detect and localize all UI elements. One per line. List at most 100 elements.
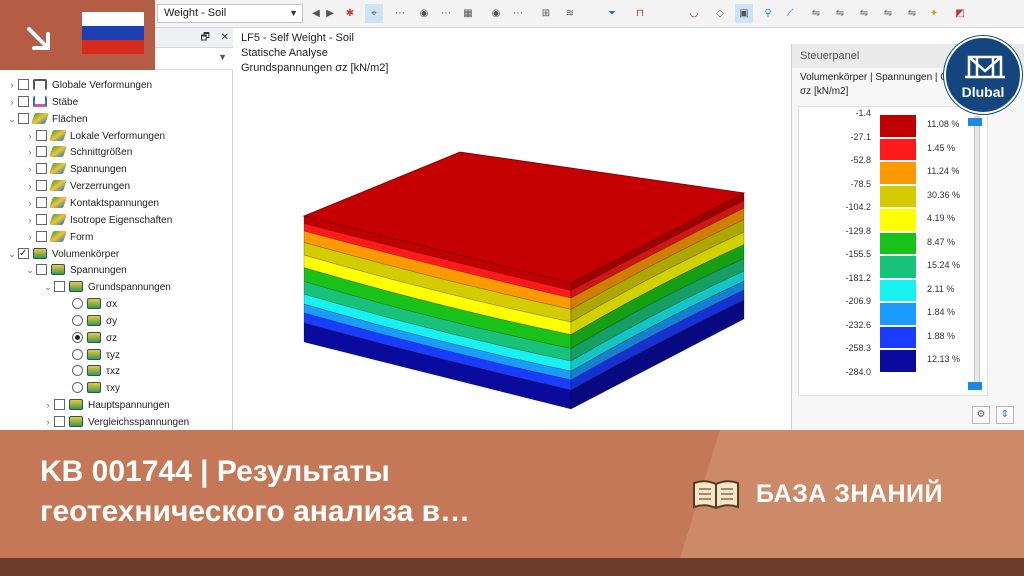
checkbox[interactable] [36, 264, 47, 276]
chevron-right-icon[interactable]: › [6, 94, 18, 111]
section-icon[interactable]: ⇋ [807, 4, 825, 23]
legend-color-band [879, 231, 917, 255]
results-navigator: › Globale Verformungen › Stäbe ⌄ Flächen › Loka… [0, 70, 233, 430]
filter-icon[interactable]: ⏷ [603, 4, 621, 23]
chevron-right-icon[interactable]: › [24, 161, 36, 178]
radio-button[interactable] [72, 365, 83, 377]
section3-icon[interactable]: ⇋ [855, 4, 873, 23]
chevron-right-icon[interactable]: › [24, 144, 36, 161]
deformation-view-icon[interactable]: ⌖ [365, 4, 383, 23]
checkbox[interactable] [36, 196, 47, 208]
tree-item[interactable]: τxz [60, 363, 120, 380]
results-toggle-icon[interactable]: ✱ [341, 4, 359, 23]
numbering-icon[interactable]: ⊞ [537, 4, 555, 23]
tree-item[interactable]: › Kontaktspannungen [24, 195, 159, 212]
solid-results-icon[interactable]: ▣ [735, 4, 753, 23]
panel-settings-icon[interactable]: ⚙ [972, 406, 990, 424]
checkbox[interactable] [36, 180, 47, 192]
tree-item[interactable]: › Spannungen [24, 161, 127, 178]
chevron-down-icon[interactable]: ⌄ [6, 246, 18, 263]
panel-scale-icon[interactable]: ⇕ [996, 406, 1014, 424]
next-loadcase-button[interactable]: ▶ [321, 4, 339, 23]
values-xxx2-icon[interactable]: ⋯ [509, 4, 527, 23]
tree-item[interactable]: τyz [60, 347, 120, 364]
section2-icon[interactable]: ⇋ [831, 4, 849, 23]
checkbox[interactable] [18, 245, 29, 262]
chevron-down-icon[interactable]: ⌄ [42, 279, 54, 296]
checkbox[interactable] [18, 112, 29, 124]
tree-item[interactable]: › Isotrope Eigenschaften [24, 212, 172, 229]
chevron-right-icon[interactable]: › [24, 212, 36, 229]
member-diagram-icon[interactable]: ◡ [685, 4, 703, 23]
radio-button[interactable] [72, 298, 83, 310]
frame-icon[interactable]: ⊓ [631, 4, 649, 23]
tree-item[interactable]: › Form [24, 229, 93, 246]
checkbox[interactable] [54, 281, 65, 293]
tree-item[interactable]: › Vergleichsspannungen [42, 414, 189, 430]
eye-results-icon[interactable]: ◉ [487, 4, 505, 23]
surface-results-icon[interactable]: ◇ [711, 4, 729, 23]
checkbox[interactable] [54, 399, 65, 411]
close-icon[interactable]: ✕ [221, 32, 229, 43]
tree-item[interactable]: ⌄ Grundspannungen [42, 279, 171, 296]
checkbox[interactable] [54, 416, 65, 427]
beam-icon[interactable]: ≋ [561, 4, 579, 23]
eye-view-icon[interactable]: ◉ [415, 4, 433, 23]
chevron-right-icon[interactable]: › [24, 178, 36, 195]
tree-item[interactable]: › Hauptspannungen [42, 397, 170, 414]
navigator-combo[interactable]: ▼ [155, 48, 233, 70]
line-results-icon[interactable]: ⟋ [781, 4, 799, 23]
section4-icon[interactable]: ⇋ [879, 4, 897, 23]
checkbox[interactable] [36, 146, 47, 158]
model-viewport[interactable]: LF5 - Self Weight - Soil Statische Analy… [233, 28, 791, 430]
chevron-right-icon[interactable]: › [24, 229, 36, 246]
chevron-down-icon[interactable]: ▼ [218, 52, 227, 62]
radio-button[interactable] [72, 348, 83, 360]
tree-item[interactable]: σy [60, 313, 117, 330]
tree-item[interactable]: › Stäbe [6, 94, 78, 111]
chevron-right-icon[interactable]: › [42, 397, 54, 414]
slider-min-handle[interactable] [968, 382, 982, 390]
tree-item[interactable]: σz [60, 330, 117, 347]
tree-item[interactable]: › Globale Verformungen [6, 77, 152, 94]
pin-icon[interactable]: 🗗 [200, 32, 209, 43]
legend-percent: 1.84 % [927, 307, 956, 317]
chevron-right-icon[interactable]: › [6, 77, 18, 94]
tree-item[interactable]: τxy [60, 380, 120, 397]
checkbox[interactable] [18, 95, 29, 107]
soil-block-model[interactable] [233, 28, 791, 430]
color-scale-icon[interactable]: ◩ [951, 4, 969, 23]
slider-max-handle[interactable] [968, 118, 982, 126]
chevron-right-icon[interactable]: › [42, 414, 54, 430]
article-title[interactable]: KB 001744 | Результаты геотехнического а… [40, 452, 600, 532]
values-icon[interactable]: ⋯ [437, 4, 455, 23]
radio-button[interactable] [72, 382, 83, 394]
tree-item[interactable]: › Lokale Verformungen [24, 128, 165, 145]
chevron-down-icon[interactable]: ⌄ [6, 111, 18, 128]
chevron-right-icon[interactable]: › [24, 128, 36, 145]
loadcase-combo[interactable]: Weight - Soil ▼ [157, 4, 303, 23]
checkbox[interactable] [36, 213, 47, 225]
checkbox[interactable] [36, 129, 47, 141]
tree-item[interactable]: › Schnittgrößen [24, 144, 132, 161]
tree-item[interactable]: ⌄ Flächen [6, 111, 88, 128]
grid-display-icon[interactable]: ▦ [459, 4, 477, 23]
sparkle-icon[interactable]: ✦ [925, 4, 943, 23]
tree-item[interactable]: ⌄ Volumenkörper [6, 245, 119, 263]
tree-item[interactable]: ⌄ Spannungen [24, 262, 127, 279]
tree-item[interactable]: σx [60, 296, 117, 313]
chevron-right-icon[interactable]: › [24, 195, 36, 212]
legend-range-slider[interactable] [974, 116, 980, 388]
tree-item[interactable]: › Verzerrungen [24, 178, 130, 195]
radio-button[interactable] [72, 331, 83, 343]
values-xxx-icon[interactable]: ⋯ [391, 4, 409, 23]
checkbox[interactable] [36, 230, 47, 242]
checkbox[interactable] [18, 79, 29, 90]
chevron-down-icon[interactable]: ⌄ [24, 262, 36, 279]
section5-icon[interactable]: ⇋ [903, 4, 921, 23]
chevron-down-icon[interactable]: ▼ [289, 5, 298, 22]
checkbox[interactable] [36, 163, 47, 175]
radio-button[interactable] [72, 314, 83, 326]
knowledge-base-text: БАЗА ЗНАНИЙ [756, 479, 943, 508]
support-icon[interactable]: ⚲ [759, 4, 777, 23]
